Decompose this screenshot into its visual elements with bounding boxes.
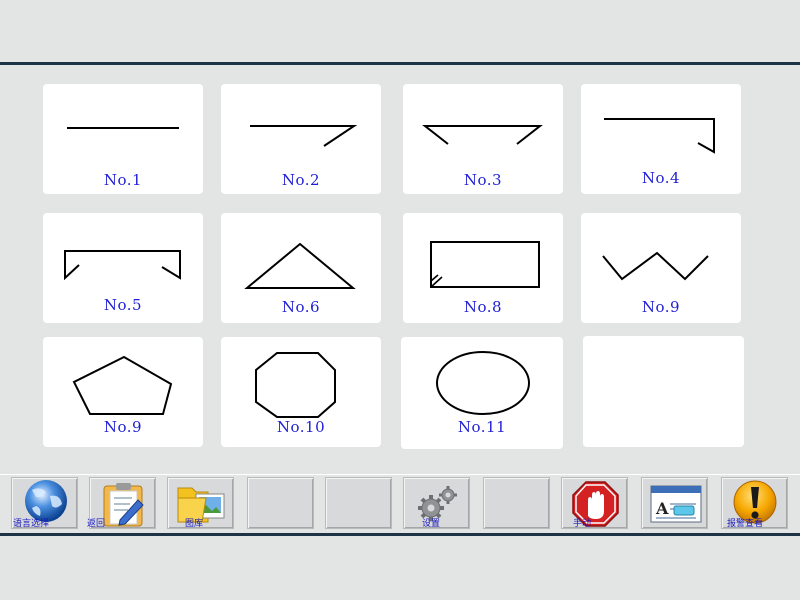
shape-label: No.3: [463, 171, 503, 189]
empty-shape-slot: [583, 336, 744, 447]
language-select-button[interactable]: 语言选择: [11, 477, 78, 529]
manual-label: 手动: [573, 519, 592, 529]
shape-label: No.11: [457, 418, 507, 436]
shape-label: No.10: [276, 418, 326, 436]
language-select-label: 语言选择: [13, 519, 50, 529]
shape-label: No.5: [103, 296, 143, 314]
shape-card-5[interactable]: No.5: [43, 213, 203, 323]
gallery-label: 图库: [185, 519, 204, 529]
alarm-view-label: 报警查看: [727, 519, 764, 529]
shape-card-10[interactable]: No.10: [221, 337, 381, 447]
shape-label: No.9: [641, 298, 681, 316]
shape-card-4[interactable]: No.4: [581, 84, 741, 194]
back-button[interactable]: 返回: [87, 477, 156, 529]
gallery-button[interactable]: 图库: [167, 477, 234, 529]
shape-label: No.2: [281, 171, 321, 189]
shape-label: No.9: [103, 418, 143, 436]
toolbar-top-edge: [0, 474, 800, 475]
shape-card-8[interactable]: No.8: [403, 213, 563, 323]
empty-toolbar-button-2[interactable]: [325, 477, 392, 529]
text-window-icon: A: [650, 485, 702, 523]
svg-text:A: A: [655, 499, 669, 518]
shape-card-9b[interactable]: No.9: [43, 337, 203, 447]
shape-label: No.6: [281, 298, 321, 316]
bottom-divider: [0, 533, 800, 536]
shape-label: No.4: [641, 169, 681, 187]
top-divider: [0, 62, 800, 65]
empty-toolbar-button-1[interactable]: [247, 477, 314, 529]
shape-card-3[interactable]: No.3: [403, 84, 563, 194]
shape-card-6[interactable]: No.6: [221, 213, 381, 323]
shape-card-2[interactable]: No.2: [221, 84, 381, 194]
alarm-view-button[interactable]: 报警查看: [721, 477, 788, 529]
empty-toolbar-button-3[interactable]: [483, 477, 550, 529]
text-tool-button[interactable]: A: [641, 477, 708, 529]
settings-label: 设置: [422, 519, 441, 529]
manual-button[interactable]: 手动: [561, 477, 628, 529]
settings-button[interactable]: 设置: [403, 477, 470, 529]
shape-label: No.1: [103, 171, 143, 189]
back-label: 返回: [87, 519, 106, 529]
shape-card-1[interactable]: No.1: [43, 84, 203, 194]
shape-card-9[interactable]: No.9: [581, 213, 741, 323]
shape-card-11[interactable]: No.11: [401, 337, 563, 449]
shape-label: No.8: [463, 298, 503, 316]
